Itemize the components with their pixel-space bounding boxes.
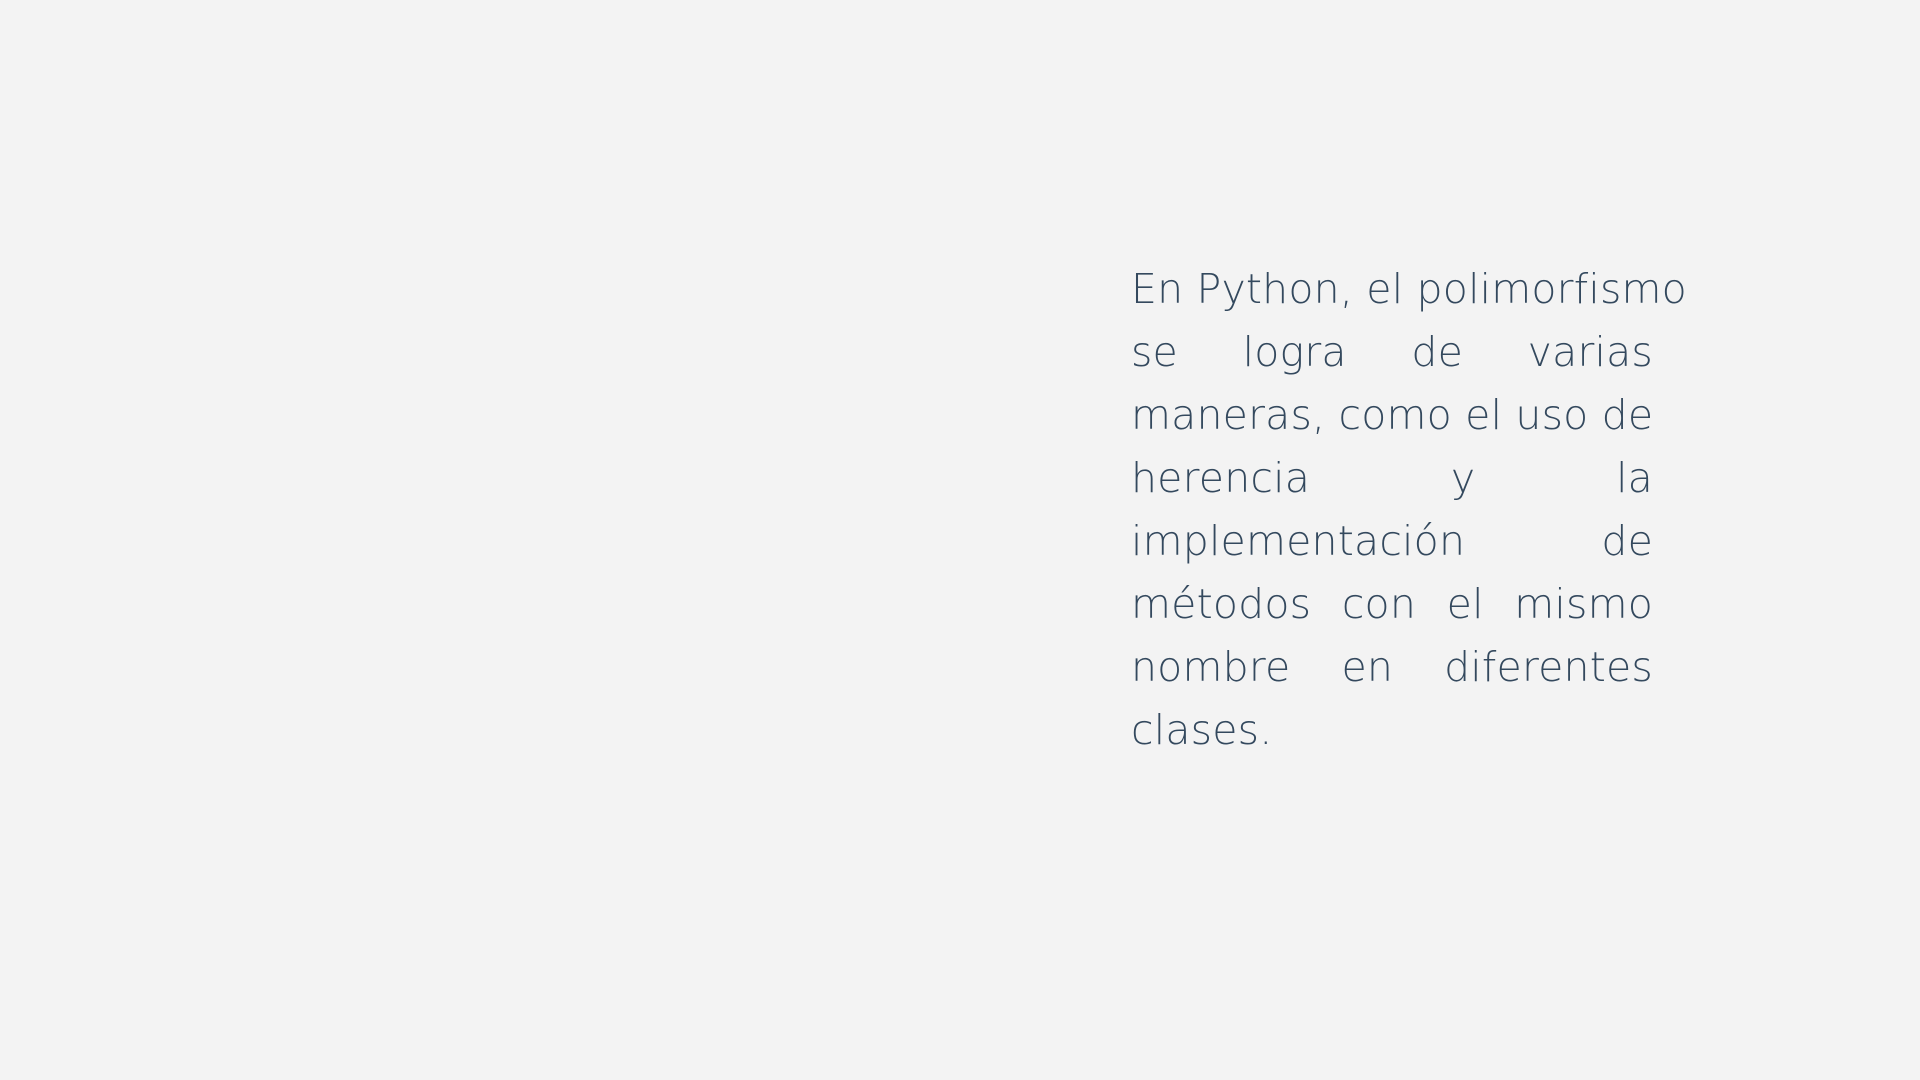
paragraph-line: se logra de varias — [1131, 328, 1653, 376]
paragraph-line: maneras, como el uso de — [1131, 391, 1654, 439]
paragraph-line: nombre en diferentes — [1131, 643, 1653, 691]
slide: En Python, el polimorfismo se logra de v… — [0, 0, 1920, 1080]
body-paragraph: En Python, el polimorfismo se logra de v… — [1131, 258, 1687, 762]
paragraph-line: herencia y la — [1131, 454, 1653, 502]
paragraph-line: En Python, el polimorfismo — [1131, 265, 1687, 313]
paragraph-line: métodos con el mismo — [1131, 580, 1653, 628]
paragraph-line: implementación de — [1131, 517, 1653, 565]
paragraph-line-last: clases. — [1131, 706, 1273, 754]
